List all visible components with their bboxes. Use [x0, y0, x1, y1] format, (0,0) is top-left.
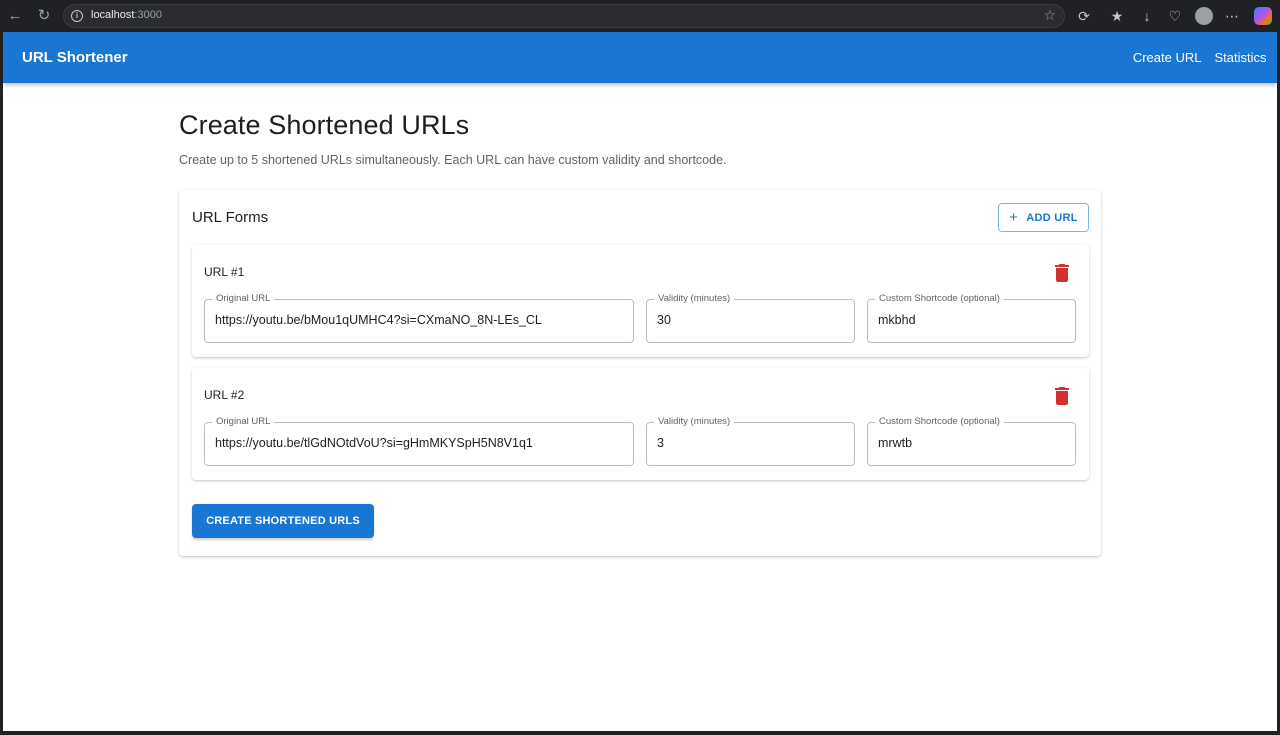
- address-bar[interactable]: i localhost:3000 ☆: [63, 4, 1065, 28]
- app-title: URL Shortener: [22, 49, 128, 66]
- copilot-icon[interactable]: [1254, 7, 1272, 25]
- trash-icon: [1055, 264, 1069, 282]
- original-url-input[interactable]: [215, 313, 623, 327]
- reload-icon[interactable]: ↻: [33, 5, 55, 27]
- favorites-icon[interactable]: ★: [1106, 5, 1128, 27]
- original-url-label: Original URL: [212, 416, 275, 428]
- extensions-icon[interactable]: ⟳: [1073, 5, 1095, 27]
- downloads-icon[interactable]: ↓: [1136, 5, 1158, 27]
- nav-create-url[interactable]: Create URL: [1126, 44, 1208, 71]
- shortcode-input[interactable]: [878, 313, 1065, 327]
- bookmark-star-icon[interactable]: ☆: [1043, 7, 1056, 24]
- delete-url-button[interactable]: [1050, 261, 1074, 285]
- url-form-item: URL #2 Original URL Validity (minutes) C…: [192, 368, 1089, 480]
- health-icon[interactable]: ♡: [1164, 5, 1186, 27]
- original-url-field: Original URL: [204, 293, 634, 343]
- original-url-label: Original URL: [212, 293, 275, 305]
- app-bar: URL Shortener Create URL Statistics: [3, 32, 1277, 83]
- original-url-input[interactable]: [215, 436, 623, 450]
- add-url-button[interactable]: + ADD URL: [998, 203, 1089, 232]
- shortcode-field: Custom Shortcode (optional): [867, 416, 1076, 466]
- validity-field: Validity (minutes): [646, 416, 855, 466]
- top-nav: Create URL Statistics: [1126, 32, 1273, 83]
- more-menu-icon[interactable]: ⋯: [1221, 5, 1243, 27]
- validity-label: Validity (minutes): [654, 416, 735, 428]
- page-subtitle: Create up to 5 shortened URLs simultaneo…: [179, 153, 727, 167]
- main-content: Create Shortened URLs Create up to 5 sho…: [179, 110, 1101, 556]
- shortcode-input[interactable]: [878, 436, 1065, 450]
- create-shortened-urls-button[interactable]: CREATE SHORTENED URLS: [192, 504, 374, 538]
- delete-url-button[interactable]: [1050, 384, 1074, 408]
- shortcode-field: Custom Shortcode (optional): [867, 293, 1076, 343]
- url-item-title: URL #2: [204, 388, 245, 402]
- url-item-title: URL #1: [204, 265, 245, 279]
- profile-avatar[interactable]: [1195, 7, 1213, 25]
- browser-toolbar: ← ↻ i localhost:3000 ☆ ⟳ ★ ↓ ♡ ⋯: [0, 0, 1280, 32]
- original-url-field: Original URL: [204, 416, 634, 466]
- validity-field: Validity (minutes): [646, 293, 855, 343]
- url-form-item: URL #1 Original URL Validity (minutes) C…: [192, 245, 1089, 357]
- validity-input[interactable]: [657, 436, 844, 450]
- validity-label: Validity (minutes): [654, 293, 735, 305]
- site-info-icon[interactable]: i: [71, 10, 83, 22]
- page-viewport: URL Shortener Create URL Statistics Crea…: [3, 32, 1277, 731]
- card-title: URL Forms: [192, 209, 269, 226]
- url-forms-card: URL Forms + ADD URL URL #1 Original URL: [179, 190, 1101, 556]
- shortcode-label: Custom Shortcode (optional): [875, 416, 1004, 428]
- validity-input[interactable]: [657, 313, 844, 327]
- address-url[interactable]: localhost:3000: [91, 9, 162, 21]
- add-url-label: ADD URL: [1026, 211, 1078, 224]
- page-title: Create Shortened URLs: [179, 110, 470, 140]
- trash-icon: [1055, 387, 1069, 405]
- shortcode-label: Custom Shortcode (optional): [875, 293, 1004, 305]
- plus-icon: +: [1009, 209, 1019, 226]
- back-icon[interactable]: ←: [4, 5, 26, 27]
- nav-statistics[interactable]: Statistics: [1208, 44, 1273, 71]
